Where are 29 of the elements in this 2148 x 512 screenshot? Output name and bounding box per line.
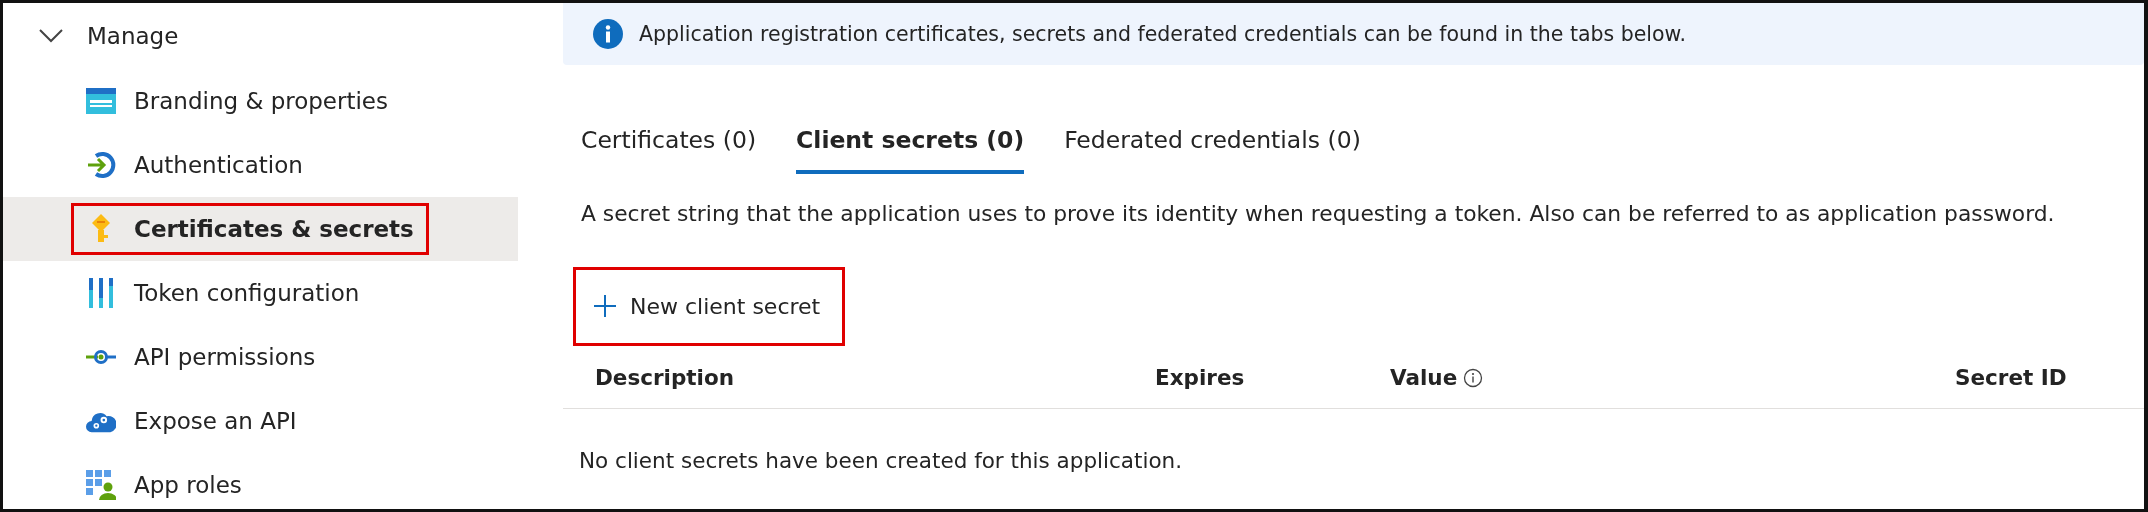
sidebar-item[interactable]: API permissions — [3, 325, 518, 389]
key-connector-icon — [86, 349, 116, 365]
info-icon — [593, 19, 623, 49]
sign-in-icon — [86, 150, 116, 180]
info-text: Application registration certificates, secrets and federated credentials can be found in the tabs below. — [639, 20, 1686, 48]
sidebar-item[interactable]: Expose an API — [3, 389, 518, 453]
sidebar-item[interactable]: App roles — [3, 453, 518, 509]
browser-icon — [86, 88, 116, 114]
highlight-frame: Certificates & secrets — [71, 202, 429, 256]
column-header: Secret ID — [1955, 363, 2067, 392]
column-header: Value — [1390, 363, 1458, 392]
column-header: Description — [595, 363, 735, 392]
grid-user-icon — [86, 470, 116, 500]
sidebar-item[interactable]: Branding & properties — [3, 69, 518, 133]
tab[interactable]: Federated credentials (0) — [1064, 115, 1361, 175]
plus-icon — [594, 295, 616, 318]
description-text: A secret string that the application uses to prove its identity when requesting a token. Also can be referred to as application password. — [581, 200, 2056, 229]
empty-message: No client secrets have been created for this application. — [579, 447, 1184, 476]
bars-icon — [86, 278, 116, 308]
sidebar-item[interactable]: Certificates & secrets — [3, 197, 518, 261]
group-label[interactable]: Manage — [87, 18, 179, 54]
sidebar-item[interactable]: Token configuration — [3, 261, 518, 325]
column-header: Expires — [1155, 363, 1245, 392]
tab[interactable]: Client secrets (0) — [796, 115, 1025, 175]
info-icon — [1463, 368, 1484, 389]
tab[interactable]: Certificates (0) — [581, 115, 757, 175]
sidebar-item[interactable]: Authentication — [3, 133, 518, 197]
new-secret-button[interactable]: New client secret — [594, 289, 821, 323]
chevron-icon[interactable] — [39, 29, 63, 43]
